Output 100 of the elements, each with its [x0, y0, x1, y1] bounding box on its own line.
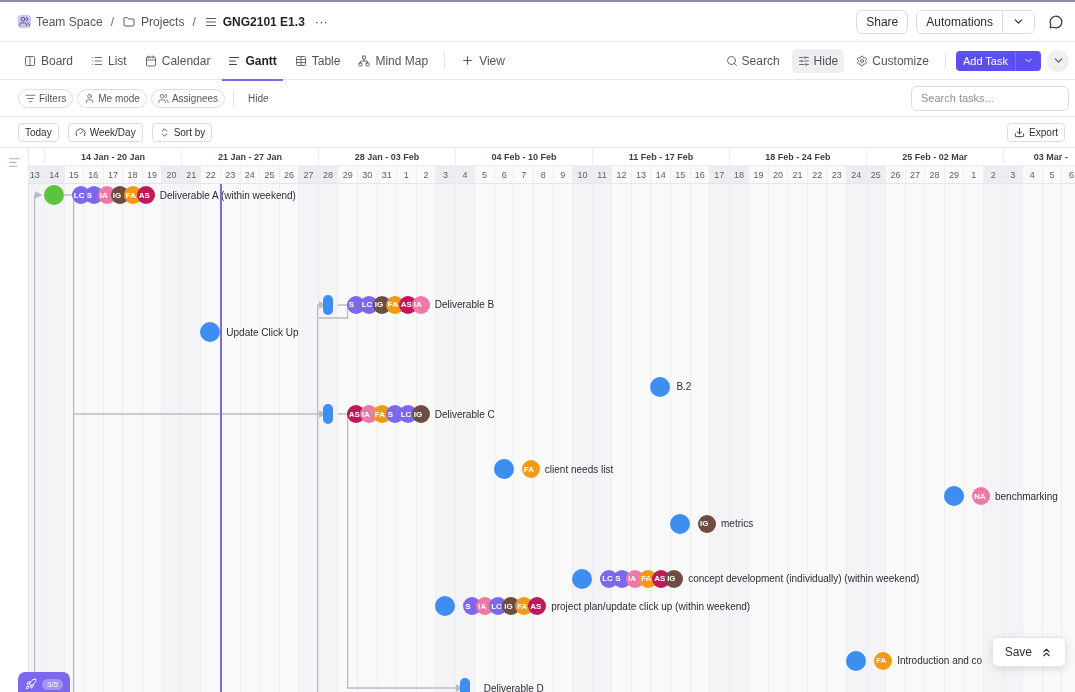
- breadcrumb-link[interactable]: Projects: [141, 14, 185, 29]
- mind-map-icon: [358, 54, 371, 67]
- view-tab[interactable]: Mind Map: [352, 42, 435, 81]
- folder-icon: [123, 15, 136, 28]
- week-label: 25 Feb - 02 Mar: [902, 151, 968, 162]
- share-button[interactable]: Share: [856, 9, 909, 34]
- day-cell: 22: [200, 166, 221, 183]
- day-cell: 23: [826, 166, 847, 183]
- day-cell: 20: [161, 166, 181, 183]
- view-tab[interactable]: Gantt: [222, 42, 283, 81]
- download-icon: [1014, 126, 1026, 138]
- filter-chip[interactable]: Me mode: [77, 88, 147, 108]
- filter-chip[interactable]: Filters: [18, 88, 74, 108]
- day-cell: 21: [787, 166, 807, 183]
- day-cell: 19: [748, 166, 768, 183]
- gantt-control-button[interactable]: Today: [18, 122, 59, 142]
- collapse-icon[interactable]: [7, 156, 21, 169]
- add-view-button[interactable]: View: [455, 42, 511, 81]
- day-cell: 7: [513, 166, 534, 183]
- filter-chip[interactable]: Assignees: [150, 88, 226, 108]
- dependency-line: [318, 304, 349, 319]
- breadcrumb-link[interactable]: GNG2101 E1.3: [222, 14, 305, 29]
- day-cell: 1: [963, 166, 983, 183]
- day-cell: 28: [924, 166, 944, 183]
- task-label: project plan/update click up (within weekend): [551, 600, 751, 612]
- week-label: 03 Mar -: [1033, 151, 1068, 162]
- day-cell: 6: [1061, 166, 1075, 183]
- day-cell: 12: [611, 166, 631, 183]
- task-label: concept development (individually) (within weekend): [688, 573, 920, 585]
- task-label: Deliverable C: [434, 408, 495, 420]
- week-label: 28 Jan - 03 Feb: [354, 151, 420, 162]
- rocket-icon: [25, 678, 37, 690]
- week-label: 14 Jan - 20 Jan: [80, 151, 145, 162]
- day-cell: 14: [650, 166, 670, 183]
- task-bar[interactable]: [459, 678, 470, 692]
- more-button[interactable]: ···: [314, 14, 328, 29]
- day-cell: 5: [474, 166, 494, 183]
- task-label: client needs list: [544, 463, 614, 475]
- day-cell: 1: [396, 166, 416, 183]
- day-cell: 26: [885, 166, 905, 183]
- toolbar-button[interactable]: Hide: [791, 48, 845, 73]
- task-label: benchmarking: [994, 490, 1058, 502]
- list-icon: [91, 54, 104, 67]
- task-bar[interactable]: [322, 404, 333, 425]
- table-icon: [294, 54, 307, 67]
- day-cell: 27: [298, 166, 318, 183]
- team-icon: [19, 16, 30, 27]
- day-cell: 24: [846, 166, 866, 183]
- week-label: 04 Feb - 10 Feb: [491, 151, 557, 162]
- save-button[interactable]: Save: [991, 637, 1066, 667]
- hide-button[interactable]: Hide: [242, 92, 275, 104]
- breadcrumb-link[interactable]: Team Space: [36, 14, 103, 29]
- sliders-icon: [797, 54, 810, 67]
- day-cell: 18: [122, 166, 142, 183]
- task-label: B.2: [676, 381, 692, 393]
- day-cell: 16: [83, 166, 103, 183]
- toolbar-button[interactable]: Customize: [850, 48, 935, 73]
- view-tab[interactable]: Calendar: [138, 42, 217, 81]
- task-bar[interactable]: [322, 294, 333, 315]
- view-tab[interactable]: Board: [18, 42, 80, 81]
- gantt-icon: [228, 54, 241, 67]
- gantt-control-button[interactable]: Sort by: [151, 122, 213, 142]
- board-icon: [24, 54, 36, 67]
- view-tab[interactable]: Table: [288, 42, 347, 81]
- search-field[interactable]: Search tasks...: [911, 85, 1069, 111]
- week-label: 11 Feb - 17 Feb: [628, 151, 694, 162]
- day-cell: 17: [709, 166, 729, 183]
- day-cell: 4: [1022, 166, 1042, 183]
- task-label: Deliverable B: [434, 299, 495, 311]
- day-cell: 23: [220, 166, 240, 183]
- task-label: metrics: [721, 518, 754, 530]
- week-label: 18 Feb - 24 Feb: [765, 151, 831, 162]
- day-cell: 25: [259, 166, 279, 183]
- filter-icon: [25, 92, 36, 104]
- plus-icon: [461, 54, 475, 67]
- search-icon: [725, 54, 738, 67]
- calendar-icon: [144, 54, 157, 67]
- users-icon: [157, 92, 169, 104]
- list-icon: [204, 15, 217, 28]
- breadcrumb-separator: /: [192, 14, 196, 29]
- gantt-control-button[interactable]: Week/Day: [67, 122, 143, 142]
- task-label: Update Click Up: [226, 326, 299, 338]
- view-tab[interactable]: List: [85, 42, 133, 81]
- task-label: Deliverable A (within weekend): [159, 189, 296, 201]
- gauge-icon: [74, 126, 86, 138]
- task-label: Deliverable D: [483, 682, 544, 692]
- user-icon: [84, 92, 96, 104]
- day-cell: 8: [533, 166, 553, 183]
- day-cell: 13: [29, 166, 44, 183]
- breadcrumb-separator: /: [110, 14, 115, 29]
- settings-icon: [856, 54, 869, 67]
- toolbar-button[interactable]: Search: [719, 48, 786, 73]
- day-cell: 3: [435, 166, 455, 183]
- day-cell: 29: [337, 166, 357, 183]
- week-label: 21 Jan - 27 Jan: [217, 151, 282, 162]
- export-button[interactable]: Export: [1007, 122, 1065, 142]
- expand-button[interactable]: [1047, 49, 1069, 72]
- chat-icon[interactable]: [1049, 14, 1063, 29]
- day-cell: 10: [572, 166, 592, 183]
- task-label: Introduction and co: [897, 655, 983, 667]
